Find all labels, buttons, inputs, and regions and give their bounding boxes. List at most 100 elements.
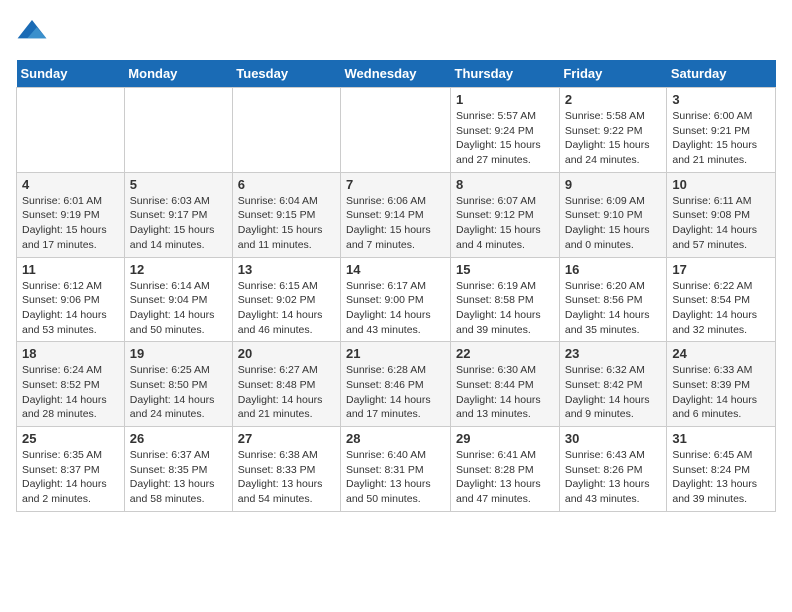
calendar-cell: 2 Sunrise: 5:58 AMSunset: 9:22 PMDaylight… (559, 88, 667, 173)
calendar-cell: 25 Sunrise: 6:35 AMSunset: 8:37 PMDayligh… (17, 427, 125, 512)
day-info: Sunrise: 6:01 AMSunset: 9:19 PMDaylight:… (22, 194, 119, 253)
day-number: 23 (565, 346, 662, 361)
day-info: Sunrise: 6:35 AMSunset: 8:37 PMDaylight:… (22, 448, 119, 507)
calendar-cell (232, 88, 340, 173)
day-number: 13 (238, 262, 335, 277)
day-info: Sunrise: 6:14 AMSunset: 9:04 PMDaylight:… (130, 279, 227, 338)
day-info: Sunrise: 6:24 AMSunset: 8:52 PMDaylight:… (22, 363, 119, 422)
calendar-header-row: SundayMondayTuesdayWednesdayThursdayFrid… (17, 60, 776, 88)
day-info: Sunrise: 6:19 AMSunset: 8:58 PMDaylight:… (456, 279, 554, 338)
calendar-cell: 9 Sunrise: 6:09 AMSunset: 9:10 PMDaylight… (559, 172, 667, 257)
day-info: Sunrise: 6:45 AMSunset: 8:24 PMDaylight:… (672, 448, 770, 507)
day-info: Sunrise: 6:28 AMSunset: 8:46 PMDaylight:… (346, 363, 445, 422)
header-wednesday: Wednesday (341, 60, 451, 88)
header-sunday: Sunday (17, 60, 125, 88)
calendar-cell: 19 Sunrise: 6:25 AMSunset: 8:50 PMDayligh… (124, 342, 232, 427)
day-number: 4 (22, 177, 119, 192)
day-number: 19 (130, 346, 227, 361)
day-number: 15 (456, 262, 554, 277)
calendar-week-row: 18 Sunrise: 6:24 AMSunset: 8:52 PMDayligh… (17, 342, 776, 427)
logo (16, 16, 50, 48)
day-info: Sunrise: 6:43 AMSunset: 8:26 PMDaylight:… (565, 448, 662, 507)
day-number: 17 (672, 262, 770, 277)
day-number: 21 (346, 346, 445, 361)
page-header (16, 16, 776, 48)
calendar-cell: 6 Sunrise: 6:04 AMSunset: 9:15 PMDaylight… (232, 172, 340, 257)
calendar-cell: 17 Sunrise: 6:22 AMSunset: 8:54 PMDayligh… (667, 257, 776, 342)
day-number: 22 (456, 346, 554, 361)
header-friday: Friday (559, 60, 667, 88)
day-info: Sunrise: 6:27 AMSunset: 8:48 PMDaylight:… (238, 363, 335, 422)
calendar-cell: 10Sunrise: 6:11 AMSunset: 9:08 PMDayligh… (667, 172, 776, 257)
logo-icon (16, 16, 48, 48)
header-tuesday: Tuesday (232, 60, 340, 88)
calendar-cell: 18 Sunrise: 6:24 AMSunset: 8:52 PMDayligh… (17, 342, 125, 427)
calendar-cell: 20 Sunrise: 6:27 AMSunset: 8:48 PMDayligh… (232, 342, 340, 427)
day-info: Sunrise: 6:06 AMSunset: 9:14 PMDaylight:… (346, 194, 445, 253)
day-number: 14 (346, 262, 445, 277)
calendar-cell: 12 Sunrise: 6:14 AMSunset: 9:04 PMDayligh… (124, 257, 232, 342)
header-monday: Monday (124, 60, 232, 88)
day-number: 18 (22, 346, 119, 361)
day-info: Sunrise: 6:41 AMSunset: 8:28 PMDaylight:… (456, 448, 554, 507)
calendar-cell: 27Sunrise: 6:38 AMSunset: 8:33 PMDayligh… (232, 427, 340, 512)
day-number: 16 (565, 262, 662, 277)
day-number: 26 (130, 431, 227, 446)
calendar-week-row: 11 Sunrise: 6:12 AMSunset: 9:06 PMDayligh… (17, 257, 776, 342)
calendar-cell: 24 Sunrise: 6:33 AMSunset: 8:39 PMDayligh… (667, 342, 776, 427)
day-number: 7 (346, 177, 445, 192)
calendar-cell: 21 Sunrise: 6:28 AMSunset: 8:46 PMDayligh… (341, 342, 451, 427)
calendar-cell (124, 88, 232, 173)
calendar-cell: 14 Sunrise: 6:17 AMSunset: 9:00 PMDayligh… (341, 257, 451, 342)
day-number: 2 (565, 92, 662, 107)
day-info: Sunrise: 6:04 AMSunset: 9:15 PMDaylight:… (238, 194, 335, 253)
calendar-cell: 4 Sunrise: 6:01 AMSunset: 9:19 PMDaylight… (17, 172, 125, 257)
day-info: Sunrise: 5:57 AMSunset: 9:24 PMDaylight:… (456, 109, 554, 168)
calendar-week-row: 25 Sunrise: 6:35 AMSunset: 8:37 PMDayligh… (17, 427, 776, 512)
calendar-cell: 16Sunrise: 6:20 AMSunset: 8:56 PMDayligh… (559, 257, 667, 342)
day-number: 30 (565, 431, 662, 446)
calendar-cell: 30 Sunrise: 6:43 AMSunset: 8:26 PMDayligh… (559, 427, 667, 512)
day-number: 24 (672, 346, 770, 361)
day-number: 5 (130, 177, 227, 192)
day-number: 6 (238, 177, 335, 192)
day-info: Sunrise: 6:22 AMSunset: 8:54 PMDaylight:… (672, 279, 770, 338)
calendar-cell: 15 Sunrise: 6:19 AMSunset: 8:58 PMDayligh… (451, 257, 560, 342)
day-info: Sunrise: 6:33 AMSunset: 8:39 PMDaylight:… (672, 363, 770, 422)
day-number: 31 (672, 431, 770, 446)
day-info: Sunrise: 6:12 AMSunset: 9:06 PMDaylight:… (22, 279, 119, 338)
calendar-cell: 3Sunrise: 6:00 AMSunset: 9:21 PMDaylight… (667, 88, 776, 173)
day-info: Sunrise: 6:37 AMSunset: 8:35 PMDaylight:… (130, 448, 227, 507)
day-number: 12 (130, 262, 227, 277)
day-number: 1 (456, 92, 554, 107)
day-info: Sunrise: 6:17 AMSunset: 9:00 PMDaylight:… (346, 279, 445, 338)
calendar-table: SundayMondayTuesdayWednesdayThursdayFrid… (16, 60, 776, 512)
day-number: 10 (672, 177, 770, 192)
calendar-cell: 23 Sunrise: 6:32 AMSunset: 8:42 PMDayligh… (559, 342, 667, 427)
day-number: 25 (22, 431, 119, 446)
calendar-cell (17, 88, 125, 173)
calendar-cell: 11 Sunrise: 6:12 AMSunset: 9:06 PMDayligh… (17, 257, 125, 342)
day-info: Sunrise: 6:38 AMSunset: 8:33 PMDaylight:… (238, 448, 335, 507)
day-info: Sunrise: 6:40 AMSunset: 8:31 PMDaylight:… (346, 448, 445, 507)
calendar-cell (341, 88, 451, 173)
day-info: Sunrise: 6:30 AMSunset: 8:44 PMDaylight:… (456, 363, 554, 422)
day-number: 9 (565, 177, 662, 192)
day-info: Sunrise: 6:32 AMSunset: 8:42 PMDaylight:… (565, 363, 662, 422)
day-number: 28 (346, 431, 445, 446)
calendar-cell: 29Sunrise: 6:41 AMSunset: 8:28 PMDayligh… (451, 427, 560, 512)
calendar-cell: 7 Sunrise: 6:06 AMSunset: 9:14 PMDaylight… (341, 172, 451, 257)
calendar-cell: 1 Sunrise: 5:57 AMSunset: 9:24 PMDaylight… (451, 88, 560, 173)
calendar-cell: 26 Sunrise: 6:37 AMSunset: 8:35 PMDayligh… (124, 427, 232, 512)
day-info: Sunrise: 5:58 AMSunset: 9:22 PMDaylight:… (565, 109, 662, 168)
day-info: Sunrise: 6:25 AMSunset: 8:50 PMDaylight:… (130, 363, 227, 422)
day-number: 20 (238, 346, 335, 361)
day-number: 11 (22, 262, 119, 277)
day-info: Sunrise: 6:15 AMSunset: 9:02 PMDaylight:… (238, 279, 335, 338)
day-info: Sunrise: 6:03 AMSunset: 9:17 PMDaylight:… (130, 194, 227, 253)
header-saturday: Saturday (667, 60, 776, 88)
day-info: Sunrise: 6:09 AMSunset: 9:10 PMDaylight:… (565, 194, 662, 253)
header-thursday: Thursday (451, 60, 560, 88)
calendar-week-row: 1 Sunrise: 5:57 AMSunset: 9:24 PMDaylight… (17, 88, 776, 173)
day-info: Sunrise: 6:00 AMSunset: 9:21 PMDaylight:… (672, 109, 770, 168)
